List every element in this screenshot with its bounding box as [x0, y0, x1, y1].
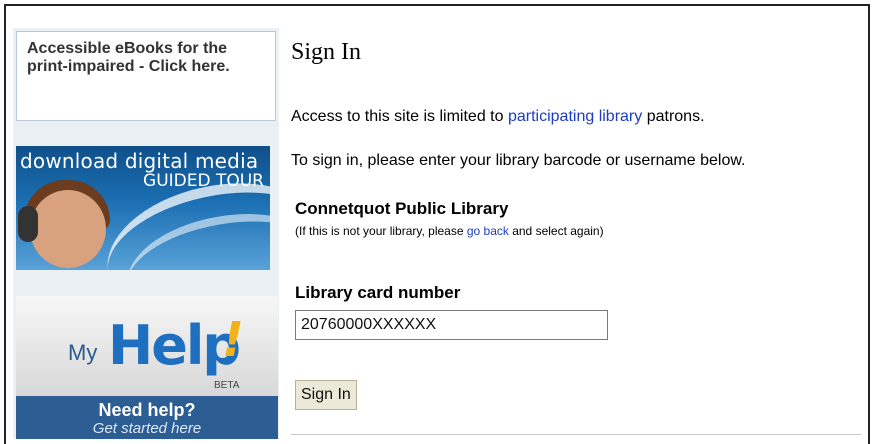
access-text-after: patrons. — [642, 108, 705, 125]
library-name: Connetquot Public Library — [295, 199, 509, 218]
access-text-before: Access to this site is limited to — [291, 108, 508, 125]
divider — [291, 434, 861, 435]
page-title: Sign In — [291, 39, 362, 65]
my-help-logo-my: My — [68, 340, 98, 365]
library-note: (If this is not your library, please go … — [295, 224, 604, 238]
my-help-logo-bang: ! — [222, 312, 244, 368]
accessible-ebooks-link[interactable]: Accessible eBooks for the print-impaired… — [16, 31, 276, 121]
beta-label: BETA — [214, 380, 240, 391]
card-number-label: Library card number — [295, 283, 461, 302]
my-help-logo-help: Help — [108, 314, 241, 377]
library-card-input[interactable] — [295, 310, 608, 340]
go-back-link[interactable]: go back — [467, 224, 509, 238]
library-note-before: (If this is not your library, please — [295, 224, 467, 238]
sign-in-button[interactable]: Sign In — [295, 380, 357, 410]
access-notice: Access to this site is limited to partic… — [291, 108, 705, 126]
tour-banner-line1: download digital media — [20, 149, 259, 173]
get-started-text: Get started here — [92, 420, 202, 437]
guided-tour-banner[interactable]: download digital media GUIDED TOUR — [16, 146, 270, 270]
my-help-banner[interactable]: My Help ! BETA Need help? Get started he… — [16, 296, 278, 439]
library-note-after: and select again) — [508, 224, 604, 238]
girl-face-image — [30, 190, 106, 268]
tour-banner-line2: GUIDED TOUR — [143, 171, 264, 191]
headphones-icon — [18, 206, 38, 242]
sign-in-instructions: To sign in, please enter your library ba… — [291, 152, 746, 169]
need-help-text: Need help? — [98, 400, 196, 420]
participating-library-link[interactable]: participating library — [508, 108, 642, 125]
